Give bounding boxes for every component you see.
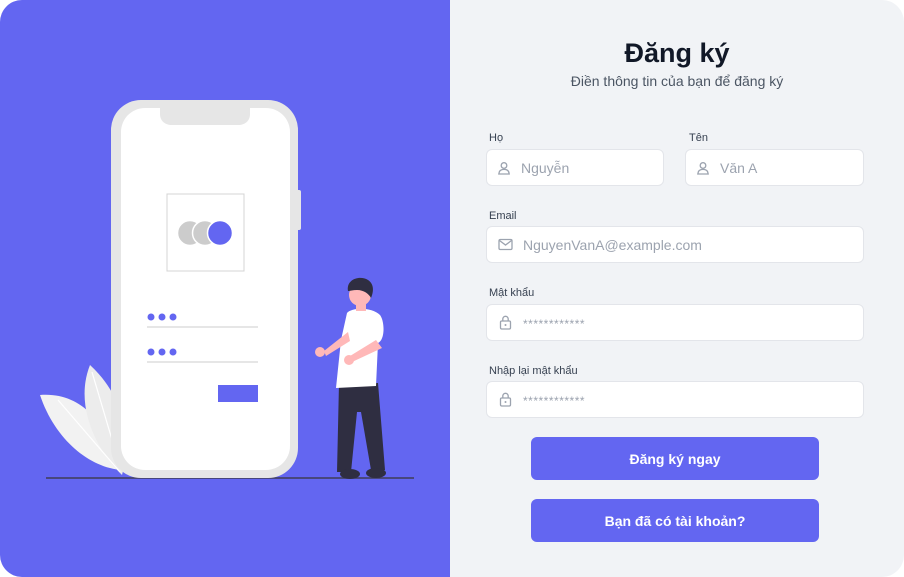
email-label: Email [489,210,517,222]
email-field[interactable] [486,226,864,263]
phone-illustration [111,100,301,478]
confirm-password-field[interactable] [486,381,864,418]
person-illustration [315,277,386,479]
first-name-field[interactable] [685,149,901,186]
last-name-label: Họ [489,132,504,144]
first-name-label: Tên [689,132,708,144]
submit-signup-button[interactable]: Đăng ký ngay [531,437,819,480]
confirm-password-label: Nhập lại mật khẩu [489,365,578,377]
mail-icon [497,237,513,253]
confirm-password-input[interactable] [523,391,863,408]
last-name-field[interactable] [486,149,702,186]
signup-card: Đăng ký Điền thông tin của bạn để đăng k… [0,0,904,577]
user-icon [497,160,511,176]
signup-illustration [40,100,414,479]
first-name-input[interactable] [720,159,901,176]
lock-icon [497,392,513,408]
password-field[interactable] [486,304,864,341]
password-label: Mật khẩu [489,287,535,299]
lock-icon [497,315,513,331]
last-name-input[interactable] [521,159,702,176]
signup-form-panel: Đăng ký Điền thông tin của bạn để đăng k… [450,0,904,577]
illustration-panel [0,0,450,577]
password-input[interactable] [523,314,863,331]
user-icon [696,160,710,176]
page-subtitle: Điền thông tin của bạn để đăng ký [570,73,784,89]
page-title: Đăng ký [624,38,730,68]
login-link-button[interactable]: Bạn đã có tài khoản? [531,499,819,542]
email-input[interactable] [523,236,863,253]
